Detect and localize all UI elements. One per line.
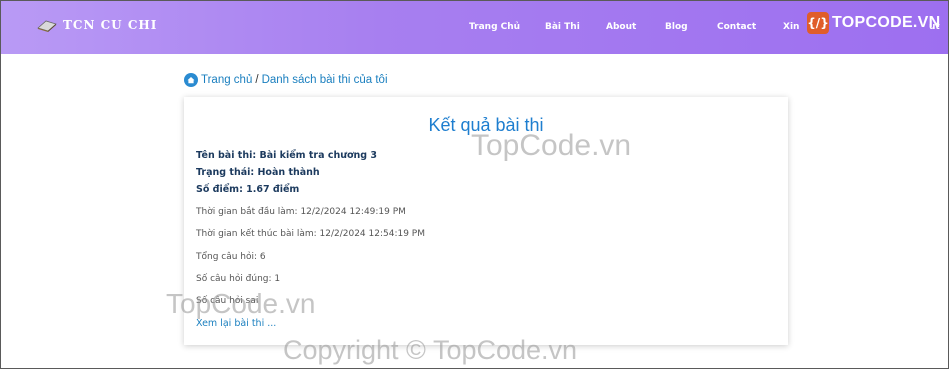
breadcrumb-separator: / [255, 74, 259, 86]
home-icon [184, 73, 198, 87]
topcode-logo: {/} TOPCODE.VN [807, 12, 941, 34]
nav-blog[interactable]: Blog [665, 22, 688, 32]
nav-contact[interactable]: Contact [717, 22, 756, 32]
exam-name: Tên bài thi: Bài kiểm tra chương 3 [196, 150, 378, 161]
start-time: Thời gian bắt đầu làm: 12/2/2024 12:49:1… [196, 207, 406, 217]
breadcrumb-home[interactable]: Trang chủ [201, 74, 252, 86]
topcode-logo-mark: {/} [807, 12, 829, 34]
brand[interactable]: TCN CU CHI [37, 18, 157, 32]
breadcrumb-current[interactable]: Danh sách bài thi của tôi [262, 74, 388, 86]
breadcrumb: Trang chủ / Danh sách bài thi của tôi [184, 73, 388, 87]
total-questions: Tổng câu hỏi: 6 [196, 252, 266, 262]
navbar: TCN CU CHI Trang Chủ Bài Thi About Blog … [1, 1, 948, 54]
end-time: Thời gian kết thúc bài làm: 12/2/2024 12… [196, 229, 425, 239]
exam-status: Trạng thái: Hoàn thành [196, 167, 320, 178]
book-icon [37, 20, 57, 32]
nav-exams[interactable]: Bài Thi [545, 22, 580, 32]
correct-questions: Số câu hỏi đúng: 1 [196, 274, 281, 284]
watermark: TopCode.vn [166, 288, 316, 319]
brand-name: TCN CU CHI [63, 18, 158, 32]
nav-user[interactable]: Xin [783, 22, 799, 32]
exam-score: Số điểm: 1.67 điểm [196, 184, 300, 195]
nav-about[interactable]: About [606, 22, 636, 32]
watermark: TopCode.vn [471, 129, 632, 162]
topcode-logo-text: TOPCODE.VN [832, 14, 941, 31]
nav-home[interactable]: Trang Chủ [469, 22, 520, 32]
watermark-copyright: Copyright © TopCode.vn [283, 335, 578, 365]
